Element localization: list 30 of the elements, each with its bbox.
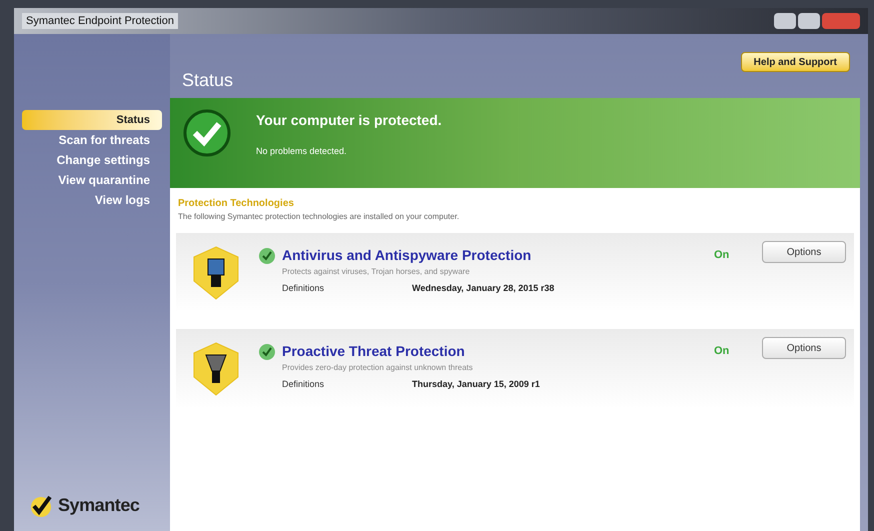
sidebar-item[interactable]: Change settings bbox=[22, 150, 162, 170]
page-title: Status bbox=[182, 69, 234, 92]
technology-name: Proactive Threat Protection bbox=[282, 342, 466, 361]
options-button[interactable]: Options bbox=[762, 241, 846, 263]
sidebar-item[interactable]: Scan for threats bbox=[22, 130, 162, 150]
status-title: Your computer is protected. bbox=[256, 111, 442, 130]
definitions-label: Definitions bbox=[282, 282, 326, 295]
check-circle-icon bbox=[182, 108, 232, 158]
definitions-label: Definitions bbox=[282, 378, 326, 391]
maximize-button[interactable] bbox=[798, 13, 820, 29]
definitions-date: Wednesday, January 28, 2015 r38 bbox=[412, 282, 554, 295]
definitions-date: Thursday, January 15, 2009 r1 bbox=[412, 378, 540, 391]
section-description: The following Symantec protection technologies are installed on your computer. bbox=[178, 211, 460, 223]
status-text: On bbox=[714, 248, 730, 263]
help-button[interactable]: Help and Support bbox=[740, 52, 850, 72]
check-badge-icon bbox=[258, 343, 276, 361]
status-subtitle: No problems detected. bbox=[256, 145, 348, 158]
technology-description: Provides zero-day protection against unknown threats bbox=[282, 362, 474, 374]
window-title: Symantec Endpoint Protection bbox=[22, 12, 178, 30]
status-text: On bbox=[714, 344, 730, 359]
technology-description: Protects against viruses, Trojan horses, and spyware bbox=[282, 266, 471, 278]
sidebar-item[interactable]: View quarantine bbox=[22, 170, 162, 190]
section-title: Protection Technologies bbox=[178, 197, 295, 211]
check-badge-icon bbox=[258, 247, 276, 265]
logo-text: Symantec bbox=[58, 494, 140, 517]
sidebar-item[interactable]: Status bbox=[22, 110, 162, 130]
options-button[interactable]: Options bbox=[762, 337, 846, 359]
technology-name: Antivirus and Antispyware Protection bbox=[282, 246, 532, 265]
sidebar-item[interactable]: View logs bbox=[22, 190, 162, 210]
minimize-button[interactable] bbox=[774, 13, 796, 29]
